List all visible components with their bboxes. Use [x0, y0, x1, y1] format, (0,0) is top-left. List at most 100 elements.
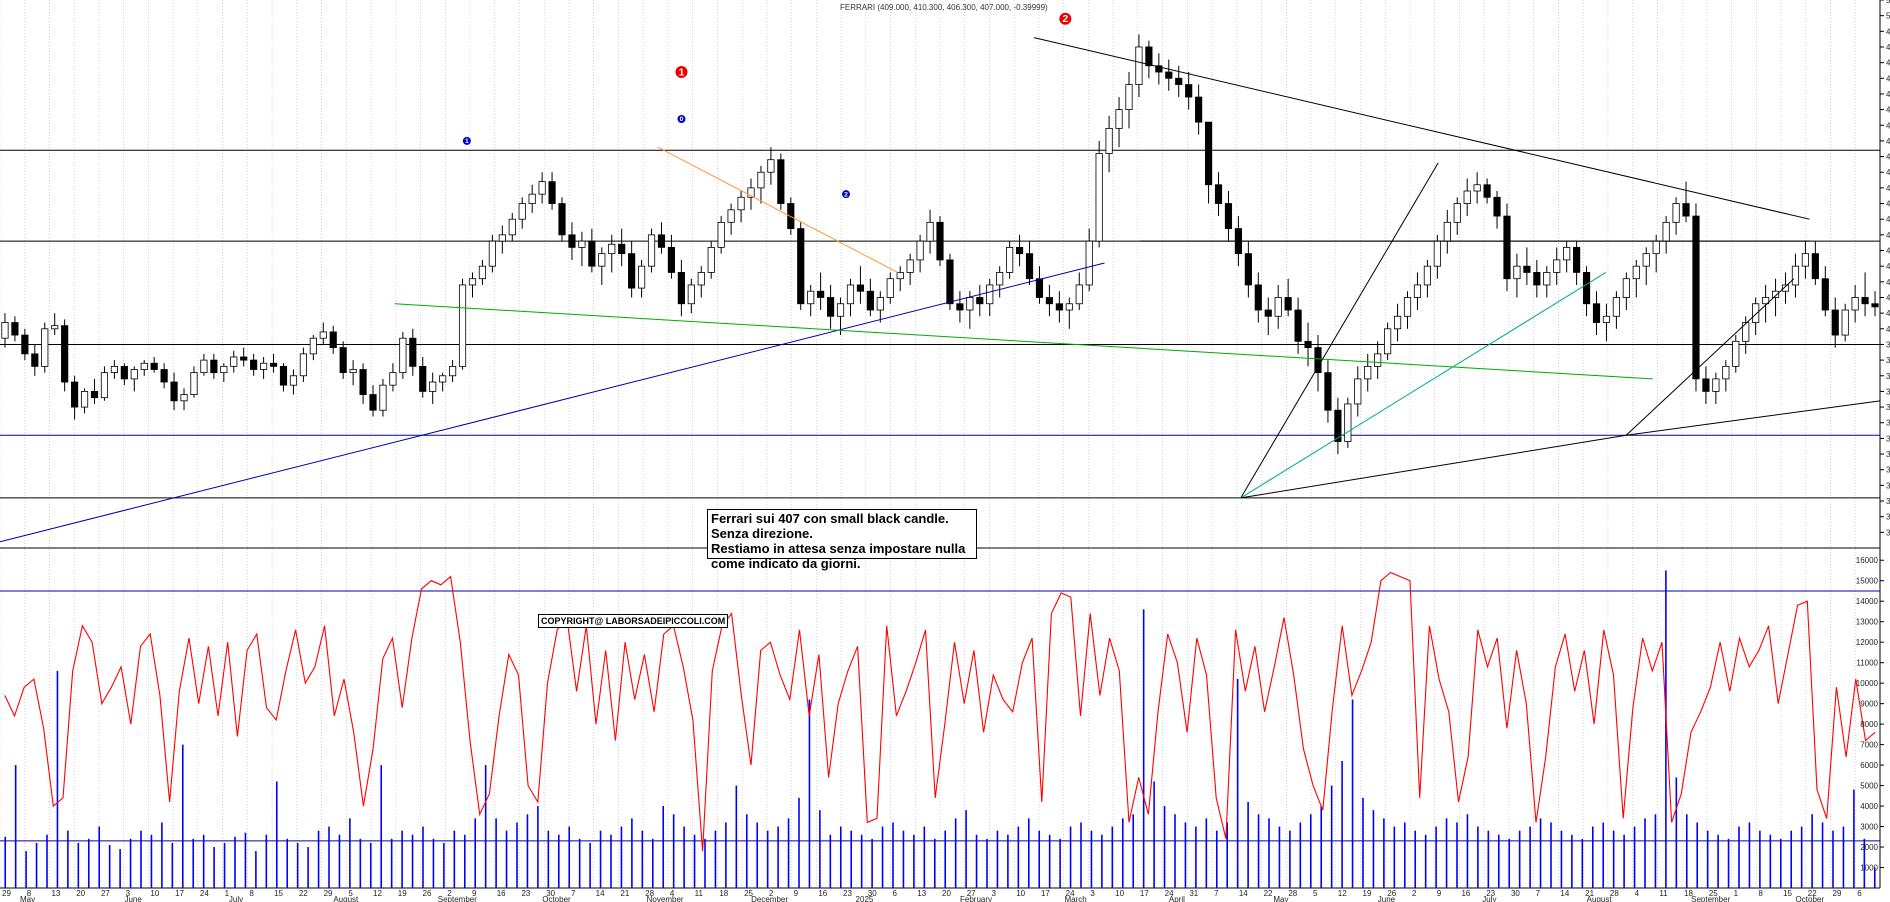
price-axis: 335 340 345 350 355 360 365 370 375 380 385 390 395 4…	[1856, 0, 1890, 873]
candle-body	[1264, 309, 1272, 317]
candle-body	[1602, 315, 1611, 323]
volume-tick-label: 16000	[1856, 556, 1879, 565]
candle-body	[548, 181, 556, 204]
candle-body	[1423, 265, 1431, 286]
candle-body	[200, 359, 208, 374]
x-day-label: 10	[1115, 889, 1124, 898]
candle-body	[1403, 297, 1412, 317]
candle-body	[110, 365, 118, 374]
x-day-label: 15	[274, 889, 283, 898]
x-month-label: June	[1378, 895, 1396, 902]
candle-body	[757, 171, 765, 189]
x-day-label: 11	[1659, 889, 1668, 898]
candle-body	[608, 243, 616, 255]
x-day-label: 30	[1511, 889, 1520, 898]
candle-body	[1801, 253, 1809, 267]
y-tick-label: 355	[1886, 466, 1890, 475]
candle-body	[1244, 253, 1252, 286]
candle-body	[379, 384, 387, 411]
volume-tick-label: 8000	[1860, 720, 1878, 729]
x-day-label: 17	[175, 889, 184, 898]
candle-body	[41, 328, 49, 367]
note-line-2: Senza direzione.	[711, 526, 813, 541]
trend-line	[1626, 400, 1881, 436]
x-month-label: March	[1064, 895, 1086, 902]
volume-tick-label: 9000	[1860, 700, 1878, 709]
candle-body	[170, 381, 178, 402]
x-day-label: 3	[991, 889, 996, 898]
x-month-label: 2025	[856, 895, 874, 902]
x-day-label: 19	[1363, 889, 1372, 898]
candle-body	[1135, 46, 1143, 85]
candle-body	[916, 240, 924, 261]
candle-body	[260, 362, 268, 370]
volume-tick-label: 7000	[1860, 741, 1878, 750]
candle-body	[1503, 215, 1511, 280]
volume-tick-label: 2000	[1860, 843, 1878, 852]
x-day-label: 5	[1313, 889, 1318, 898]
y-tick-label: 350	[1886, 481, 1890, 490]
candle-body	[568, 234, 576, 248]
x-day-label: 14	[596, 889, 605, 898]
candle-body	[1354, 378, 1362, 405]
x-day-label: 7	[1214, 889, 1219, 898]
candle-body	[468, 278, 477, 286]
x-day-label: 17	[1041, 889, 1050, 898]
candle-body	[797, 228, 805, 305]
candle-body	[240, 356, 248, 361]
x-day-label: 2	[1412, 889, 1417, 898]
candle-body	[807, 290, 815, 305]
y-tick-label: 365	[1886, 434, 1890, 443]
candle-body	[697, 272, 705, 286]
candle-body	[1871, 303, 1879, 308]
candle-body	[1214, 184, 1223, 204]
candle-body	[1612, 297, 1620, 317]
x-day-label: 20	[76, 889, 85, 898]
candle-body	[996, 272, 1004, 286]
stock-chart: 11022 3353403453503553603653703753803853…	[0, 0, 1890, 902]
candle-body	[588, 240, 596, 267]
candle-body	[1105, 127, 1113, 154]
y-tick-label: 375	[1886, 403, 1890, 412]
x-day-label: 10	[1016, 889, 1025, 898]
y-tick-label: 425	[1886, 247, 1890, 256]
x-day-label: 8	[249, 889, 254, 898]
candle-body	[727, 209, 735, 223]
candle-body	[717, 221, 725, 248]
candle-body	[1682, 203, 1690, 217]
candle-body	[1115, 109, 1123, 129]
y-tick-label: 390	[1886, 356, 1890, 365]
candle-body	[866, 290, 874, 311]
candle-body	[737, 196, 745, 211]
y-tick-label: 440	[1886, 200, 1890, 209]
candle-body	[1035, 278, 1044, 298]
candle-body	[886, 278, 894, 298]
candle-body	[707, 246, 715, 273]
candle-body	[21, 334, 29, 355]
candle-body	[439, 375, 447, 383]
candle-body	[1632, 265, 1640, 280]
candle-body	[71, 381, 79, 408]
y-tick-label: 485	[1886, 59, 1890, 68]
x-day-label: 6	[1857, 889, 1862, 898]
x-day-label: 15	[1783, 889, 1792, 898]
candle-body	[1453, 203, 1461, 223]
candle-body	[1712, 378, 1720, 392]
candle-body	[1543, 272, 1551, 286]
volume-tick-label: 11000	[1856, 659, 1878, 668]
x-day-label: 8	[1758, 889, 1763, 898]
x-month-label: February	[960, 895, 992, 902]
candle-body	[1344, 403, 1352, 442]
x-day-label: 23	[521, 889, 530, 898]
x-day-label: 9	[794, 889, 799, 898]
candle-body	[1652, 240, 1660, 255]
candle-body	[1573, 246, 1581, 273]
x-day-label: 13	[917, 889, 926, 898]
x-day-label: 16	[1461, 889, 1470, 898]
y-tick-label: 430	[1886, 231, 1890, 240]
candle-body	[409, 337, 417, 367]
candle-body	[150, 362, 158, 370]
copyright-label: COPYRIGHT@ LABORSADEIPICCOLI.COM	[538, 614, 729, 628]
candle-body	[31, 353, 39, 367]
x-month-label: June	[124, 895, 142, 902]
